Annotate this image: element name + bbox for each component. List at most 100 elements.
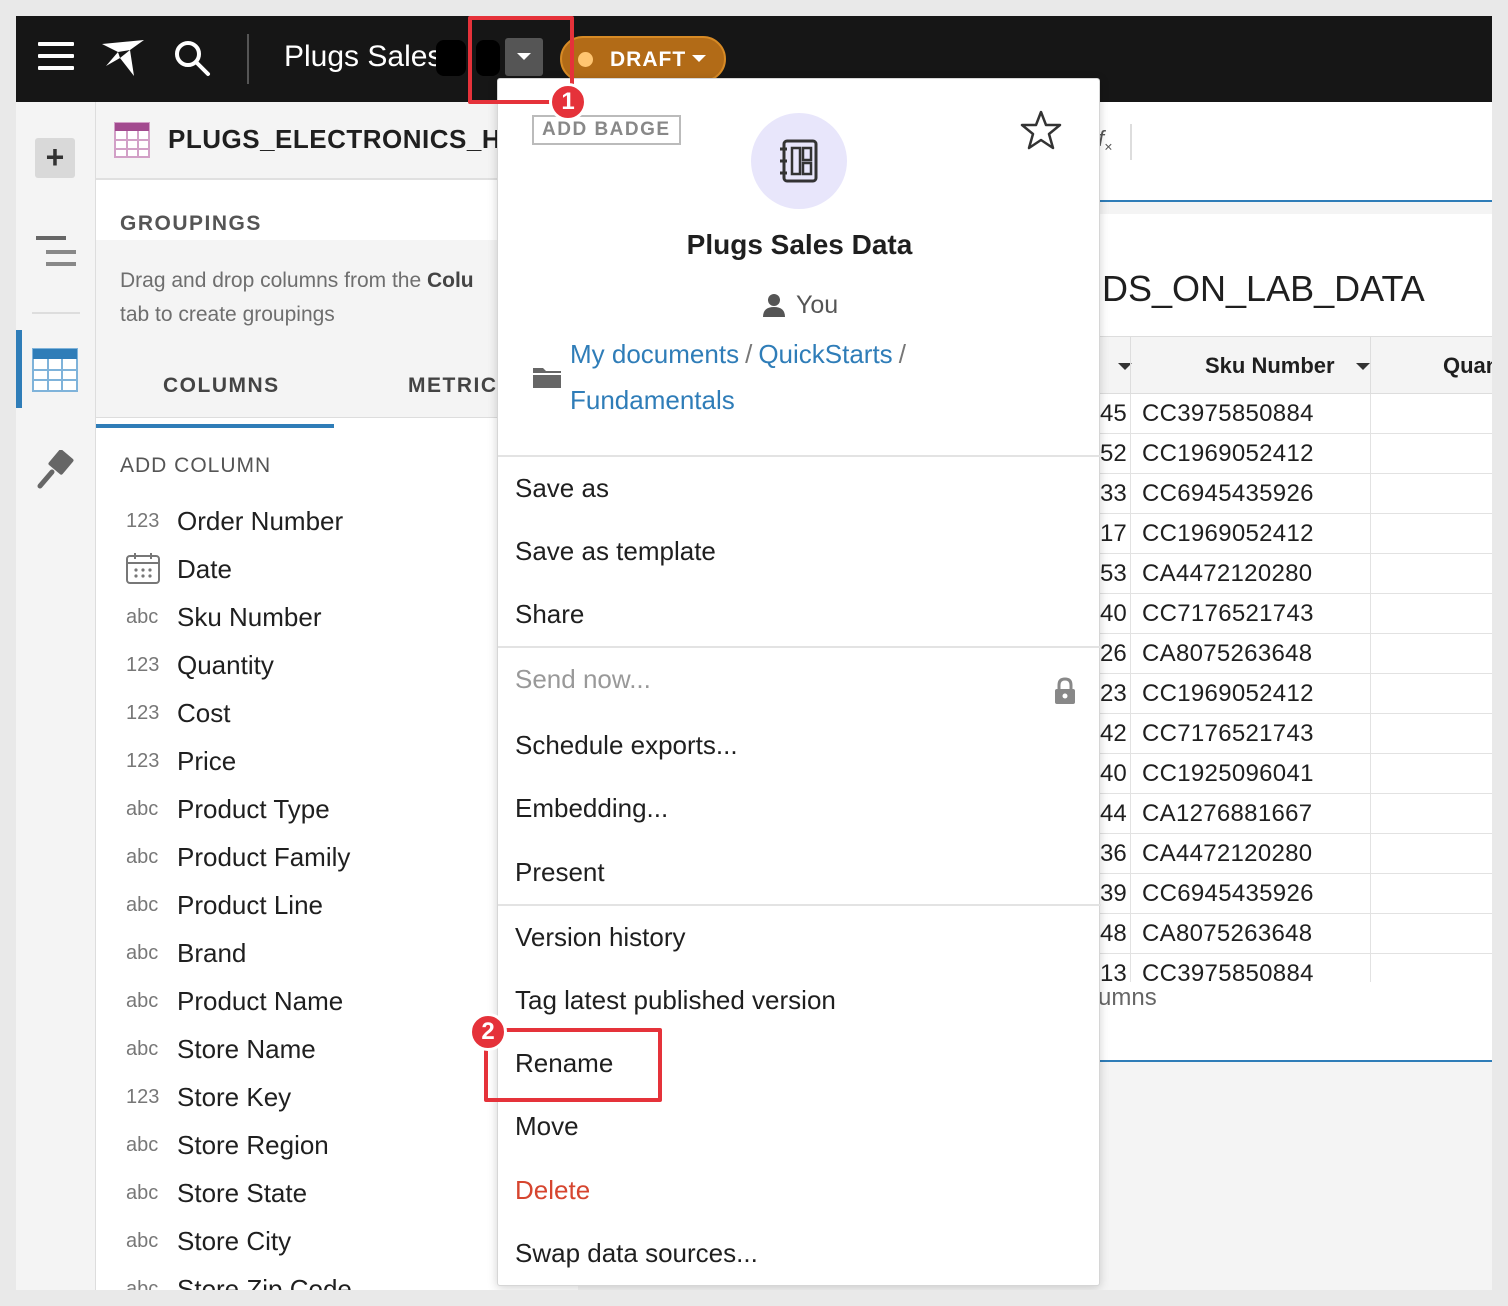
cell-divider: [1370, 634, 1371, 674]
column-header-quantity[interactable]: Quant: [1443, 353, 1492, 379]
table-cell[interactable]: CA8075263648: [1142, 640, 1312, 668]
number-type-icon: 123: [126, 510, 160, 532]
breadcrumb-quickstarts[interactable]: QuickStarts: [758, 339, 892, 369]
table-title[interactable]: DS_ON_LAB_DATA: [1102, 268, 1425, 310]
menu-item-present[interactable]: Present: [515, 857, 605, 888]
search-icon[interactable]: [172, 38, 212, 78]
column-header-sku-number[interactable]: Sku Number: [1205, 353, 1335, 379]
hint-text: tab to create groupings: [120, 303, 335, 326]
hint-text: Drag and drop columns from the: [120, 269, 427, 292]
text-type-icon: abc: [126, 894, 159, 916]
table-cell[interactable]: 42: [1100, 720, 1127, 748]
number-type-icon: 123: [126, 654, 160, 676]
table-cell[interactable]: 40: [1100, 600, 1127, 628]
table-cell[interactable]: CC3975850884: [1142, 400, 1314, 428]
table-cell[interactable]: 23: [1100, 680, 1127, 708]
table-cell[interactable]: CC1969052412: [1142, 440, 1314, 468]
column-name: Store Region: [177, 1130, 329, 1160]
table-cell[interactable]: CC7176521743: [1142, 720, 1314, 748]
column-divider: [1370, 337, 1371, 395]
cell-divider: [1130, 754, 1131, 794]
table-cell[interactable]: 48: [1100, 920, 1127, 948]
document-menu: ADD BADGE Plugs Sales Data You My docume…: [497, 78, 1101, 1286]
table-cell[interactable]: 36: [1100, 840, 1127, 868]
menu-item-swap-data-sources[interactable]: Swap data sources...: [515, 1238, 758, 1269]
menu-item-embedding[interactable]: Embedding...: [515, 793, 668, 824]
table-cell[interactable]: CC7176521743: [1142, 600, 1314, 628]
column-name: Price: [177, 746, 237, 776]
calendar-icon: [126, 552, 166, 590]
cell-divider: [1130, 554, 1131, 594]
draft-status-button[interactable]: DRAFT: [560, 36, 726, 82]
cell-divider: [1370, 874, 1371, 914]
cell-divider: [1130, 674, 1131, 714]
column-name: Brand: [177, 938, 247, 968]
table-cell[interactable]: 45: [1100, 400, 1127, 428]
chevron-down-icon[interactable]: [1356, 363, 1370, 370]
menu-item-schedule-exports[interactable]: Schedule exports...: [515, 730, 738, 761]
cell-divider: [1130, 834, 1131, 874]
table-cell[interactable]: 44: [1100, 800, 1127, 828]
breadcrumb-my-documents[interactable]: My documents: [570, 339, 739, 369]
panel-title[interactable]: PLUGS_ELECTRONICS_HA...: [168, 124, 544, 155]
table-cell[interactable]: CA1276881667: [1142, 800, 1312, 828]
menu-item-move[interactable]: Move: [515, 1111, 579, 1142]
active-tab-indicator: [96, 424, 334, 428]
divider: [247, 34, 249, 84]
column-name: Store Zip Code: [177, 1274, 352, 1290]
cell-divider: [1370, 394, 1371, 434]
sigma-logo-icon[interactable]: [100, 36, 148, 80]
add-badge-button[interactable]: ADD BADGE: [532, 115, 681, 145]
add-element-button[interactable]: +: [35, 138, 75, 178]
column-name: Product Name: [177, 986, 344, 1016]
column-name: Date: [177, 554, 232, 584]
table-cell[interactable]: 52: [1100, 440, 1127, 468]
table-cell[interactable]: CC1925096041: [1142, 760, 1314, 788]
column-name: Store Key: [177, 1082, 292, 1112]
left-rail: +: [16, 102, 96, 1290]
table-cell[interactable]: 40: [1100, 760, 1127, 788]
text-type-icon: abc: [126, 1278, 159, 1290]
tab-columns[interactable]: COLUMNS: [163, 374, 280, 398]
divider: [498, 904, 1101, 906]
table-cell[interactable]: CC1969052412: [1142, 680, 1314, 708]
menu-item-tag-latest-published-version[interactable]: Tag latest published version: [515, 985, 836, 1016]
table-cell[interactable]: CA4472120280: [1142, 560, 1312, 588]
number-type-icon: 123: [126, 750, 160, 772]
divider: [498, 455, 1101, 457]
menu-item-save-as[interactable]: Save as: [515, 473, 609, 504]
column-name: Product Type: [177, 794, 330, 824]
table-cell[interactable]: 17: [1100, 520, 1127, 548]
hamburger-menu-icon[interactable]: [38, 42, 74, 74]
table-icon[interactable]: [32, 348, 78, 392]
function-icon[interactable]: f×: [1098, 126, 1112, 154]
table-cell[interactable]: 53: [1100, 560, 1127, 588]
highlight-box: [484, 1028, 662, 1102]
document-title[interactable]: Plugs Sales: [284, 40, 442, 74]
cell-divider: [1130, 394, 1131, 434]
footer-label: umns: [1098, 984, 1157, 1011]
table-cell[interactable]: CA4472120280: [1142, 840, 1312, 868]
star-icon[interactable]: [1020, 109, 1062, 151]
table-cell[interactable]: 26: [1100, 640, 1127, 668]
table-cell[interactable]: CC6945435926: [1142, 480, 1314, 508]
text-type-icon: abc: [126, 846, 159, 868]
add-column-button[interactable]: ADD COLUMN: [120, 454, 271, 478]
cell-divider: [1370, 914, 1371, 954]
paint-brush-icon[interactable]: [36, 450, 76, 490]
divider: [1130, 124, 1132, 160]
table-cell[interactable]: 33: [1100, 480, 1127, 508]
menu-item-delete[interactable]: Delete: [515, 1175, 590, 1206]
table-cell[interactable]: 39: [1100, 880, 1127, 908]
menu-item-save-as-template[interactable]: Save as template: [515, 536, 716, 567]
owner-name: You: [796, 291, 839, 319]
draft-label: DRAFT: [610, 48, 687, 71]
menu-item-version-history[interactable]: Version history: [515, 922, 686, 953]
table-cell[interactable]: CA8075263648: [1142, 920, 1312, 948]
outline-icon[interactable]: [34, 234, 78, 270]
column-name: Product Family: [177, 842, 351, 872]
table-cell[interactable]: CC1969052412: [1142, 520, 1314, 548]
breadcrumb-fundamentals[interactable]: Fundamentals: [570, 385, 735, 415]
table-cell[interactable]: CC6945435926: [1142, 880, 1314, 908]
menu-item-share[interactable]: Share: [515, 599, 584, 630]
